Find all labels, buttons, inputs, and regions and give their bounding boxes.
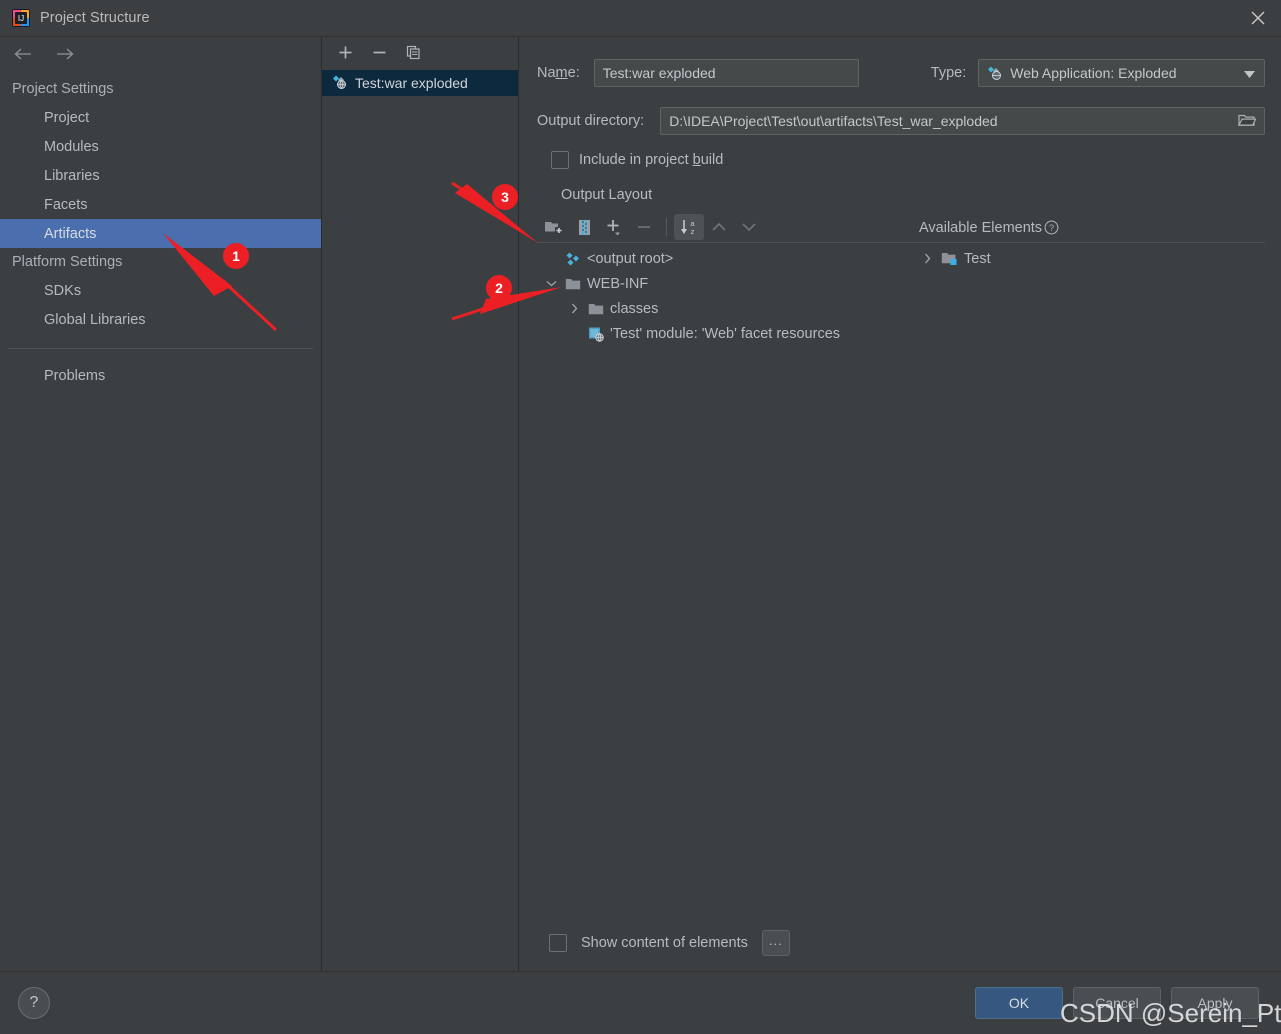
sidebar-item-problems[interactable]: Problems bbox=[0, 361, 321, 390]
tree-node-test-web-facet-resources[interactable]: 'Test' module: 'Web' facet resources bbox=[537, 321, 897, 346]
name-label: Name: bbox=[537, 65, 580, 81]
chevron-right-icon[interactable] bbox=[919, 253, 935, 264]
copy-icon[interactable] bbox=[403, 42, 423, 62]
sidebar-group-platform-settings: Platform Settings bbox=[12, 254, 123, 270]
tree-node-label: WEB-INF bbox=[587, 275, 649, 292]
tree-node-label: <output root> bbox=[587, 250, 674, 267]
folder-plus-icon[interactable] bbox=[539, 214, 569, 240]
type-label: Type: bbox=[930, 65, 967, 81]
sidebar-item-artifacts[interactable]: Artifacts bbox=[0, 219, 321, 248]
show-content-row: Show content of elements ... bbox=[537, 915, 1265, 971]
available-elements-tree: Test bbox=[897, 243, 1265, 915]
available-elements-title: Available Elements bbox=[919, 219, 1043, 236]
tree-node-web-inf[interactable]: WEB-INF bbox=[537, 271, 897, 296]
output-layout-tree: <output root> WEB-INF classes 'Test' mod… bbox=[537, 243, 897, 915]
tree-node-label: classes bbox=[610, 300, 659, 317]
sidebar-item-modules[interactable]: Modules bbox=[0, 132, 321, 161]
question-circle-icon[interactable]: ? bbox=[1044, 220, 1059, 235]
sidebar-item-project[interactable]: Project bbox=[0, 103, 321, 132]
chevron-down-icon[interactable] bbox=[543, 280, 559, 287]
artifact-list-toolbar bbox=[322, 37, 518, 67]
sort-az-icon[interactable]: a z bbox=[674, 214, 704, 240]
available-elements-header: Available Elements ? bbox=[897, 213, 1265, 243]
output-directory-value: D:\IDEA\Project\Test\out\artifacts\Test_… bbox=[669, 113, 998, 129]
sidebar-item-global-libraries[interactable]: Global Libraries bbox=[0, 305, 321, 334]
type-combobox-value: Web Application: Exploded bbox=[1010, 65, 1177, 81]
folder-icon bbox=[588, 302, 604, 316]
output-directory-row: Output directory: D:\IDEA\Project\Test\o… bbox=[537, 107, 1265, 135]
tree-node-test-module[interactable]: Test bbox=[897, 246, 1265, 271]
sidebar-item-sdks[interactable]: SDKs bbox=[0, 276, 321, 305]
show-content-label: Show content of elements bbox=[581, 935, 748, 951]
module-icon bbox=[941, 251, 958, 266]
name-type-row: Name: Test:war exploded Type: Web Applic… bbox=[537, 59, 1265, 87]
title-bar: IJ Project Structure bbox=[0, 0, 1281, 37]
window-title: Project Structure bbox=[40, 10, 150, 26]
ok-button[interactable]: OK bbox=[975, 987, 1063, 1019]
artifact-root-icon bbox=[565, 251, 581, 267]
svg-text:?: ? bbox=[1049, 223, 1054, 233]
close-icon[interactable] bbox=[1235, 0, 1281, 36]
svg-text:z: z bbox=[691, 227, 695, 236]
layout-trees: <output root> WEB-INF classes 'Test' mod… bbox=[537, 243, 1265, 915]
tree-node-label: 'Test' module: 'Web' facet resources bbox=[610, 325, 841, 342]
include-in-project-build-checkbox[interactable] bbox=[551, 151, 569, 169]
artifact-item-test-war-exploded[interactable]: Test:war exploded bbox=[322, 70, 518, 96]
output-directory-input[interactable]: D:\IDEA\Project\Test\out\artifacts\Test_… bbox=[660, 107, 1265, 135]
intellij-idea-icon: IJ bbox=[12, 9, 30, 27]
folder-icon bbox=[565, 277, 581, 291]
type-combobox[interactable]: Web Application: Exploded bbox=[978, 59, 1265, 87]
chevron-down-icon bbox=[734, 214, 764, 240]
add-artifact-button[interactable] bbox=[335, 42, 355, 62]
output-layout-title: Output Layout bbox=[561, 187, 653, 203]
sidebar-items: Project Settings Project Modules Librari… bbox=[0, 71, 321, 390]
artifact-war-icon bbox=[987, 65, 1003, 81]
name-input-value: Test:war exploded bbox=[602, 65, 716, 81]
arrow-left-icon[interactable] bbox=[10, 41, 36, 67]
artifact-detail-panel: Name: Test:war exploded Type: Web Applic… bbox=[519, 37, 1281, 971]
output-layout-header: a z Available Elements ? bbox=[537, 212, 1265, 243]
output-directory-label: Output directory: bbox=[537, 113, 645, 129]
chevron-down-icon bbox=[1244, 65, 1255, 81]
sidebar-item-facets[interactable]: Facets bbox=[0, 190, 321, 219]
tree-node-label: Test bbox=[964, 250, 991, 267]
tree-node-classes[interactable]: classes bbox=[537, 296, 897, 321]
artifact-item-label: Test:war exploded bbox=[355, 75, 468, 91]
arrow-right-icon[interactable] bbox=[52, 41, 78, 67]
svg-text:IJ: IJ bbox=[18, 14, 24, 23]
sidebar-item-libraries[interactable]: Libraries bbox=[0, 161, 321, 190]
folder-open-icon[interactable] bbox=[1238, 113, 1257, 130]
archive-icon[interactable] bbox=[569, 214, 599, 240]
sidebar-navigation bbox=[0, 37, 321, 71]
sidebar-group-project-settings: Project Settings bbox=[12, 81, 114, 97]
name-input[interactable]: Test:war exploded bbox=[593, 59, 859, 87]
plus-dropdown-icon[interactable] bbox=[599, 214, 629, 240]
settings-sidebar: Project Settings Project Modules Librari… bbox=[0, 37, 322, 971]
artifact-items: Test:war exploded bbox=[322, 67, 518, 96]
dialog-body: Project Settings Project Modules Librari… bbox=[0, 37, 1281, 971]
project-structure-dialog: IJ Project Structure Project Settings Pr… bbox=[0, 0, 1281, 1034]
dialog-footer: ? OK Cancel Apply bbox=[0, 971, 1281, 1034]
show-content-checkbox[interactable] bbox=[549, 934, 567, 952]
help-button[interactable]: ? bbox=[18, 987, 50, 1019]
cancel-button[interactable]: Cancel bbox=[1073, 987, 1161, 1019]
include-in-project-build-label: Include in project build bbox=[579, 152, 724, 168]
output-layout-toolbar: a z bbox=[537, 212, 897, 243]
chevron-up-icon bbox=[704, 214, 734, 240]
remove-artifact-button[interactable] bbox=[369, 42, 389, 62]
sidebar-divider bbox=[8, 348, 313, 349]
web-facet-icon bbox=[588, 326, 604, 342]
chevron-right-icon[interactable] bbox=[566, 303, 582, 314]
artifact-war-icon bbox=[332, 74, 348, 93]
artifact-list-panel: Test:war exploded bbox=[322, 37, 519, 971]
toolbar-divider bbox=[666, 218, 667, 236]
minus-icon bbox=[629, 214, 659, 240]
apply-button[interactable]: Apply bbox=[1171, 987, 1259, 1019]
include-in-project-build-row[interactable]: Include in project build bbox=[537, 151, 1265, 169]
more-options-button[interactable]: ... bbox=[761, 930, 790, 956]
tree-node-output-root[interactable]: <output root> bbox=[537, 246, 897, 271]
